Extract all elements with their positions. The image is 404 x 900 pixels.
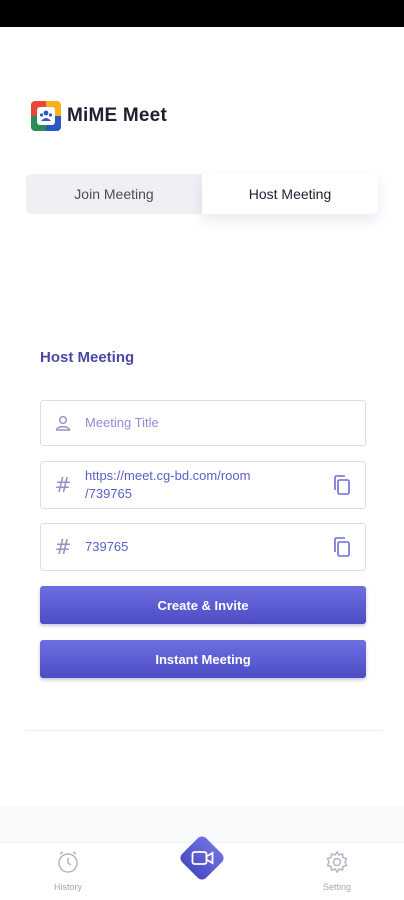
app-name: MiME Meet [67, 105, 167, 126]
status-bar [0, 0, 404, 27]
tab-join-meeting[interactable]: Join Meeting [26, 174, 202, 214]
section-title: Host Meeting [40, 349, 135, 366]
hash-icon: # [54, 535, 72, 559]
clock-icon [55, 849, 81, 880]
gear-icon [324, 849, 350, 880]
room-id-field: # 739765 [40, 523, 366, 571]
meeting-title-field[interactable]: Meeting Title [40, 400, 366, 446]
nav-setting-label: Setting [322, 882, 352, 892]
user-icon [41, 414, 85, 432]
start-video-fab[interactable] [173, 829, 231, 887]
hash-icon: # [54, 473, 72, 497]
video-camera-icon [191, 849, 215, 872]
create-invite-button[interactable]: Create & Invite [40, 586, 366, 624]
meeting-title-input[interactable]: Meeting Title [85, 414, 365, 432]
room-link-text: https://meet.cg-bd.com/room /739765 [85, 468, 251, 501]
copy-id-icon[interactable] [319, 536, 365, 558]
instant-meeting-button[interactable]: Instant Meeting [40, 640, 366, 678]
copy-link-icon[interactable] [319, 474, 365, 496]
app-brand: MiME Meet [31, 101, 167, 131]
nav-history-label: History [53, 882, 82, 892]
divider [26, 730, 382, 731]
room-id-text: 739765 [85, 539, 129, 554]
room-link-field: # https://meet.cg-bd.com/room /739765 [40, 461, 366, 509]
nav-history[interactable]: History [38, 849, 98, 892]
tab-host-meeting[interactable]: Host Meeting [202, 174, 378, 214]
nav-setting[interactable]: Setting [307, 849, 367, 892]
app-logo [31, 101, 61, 131]
meeting-tabs: Join Meeting Host Meeting [26, 174, 378, 214]
